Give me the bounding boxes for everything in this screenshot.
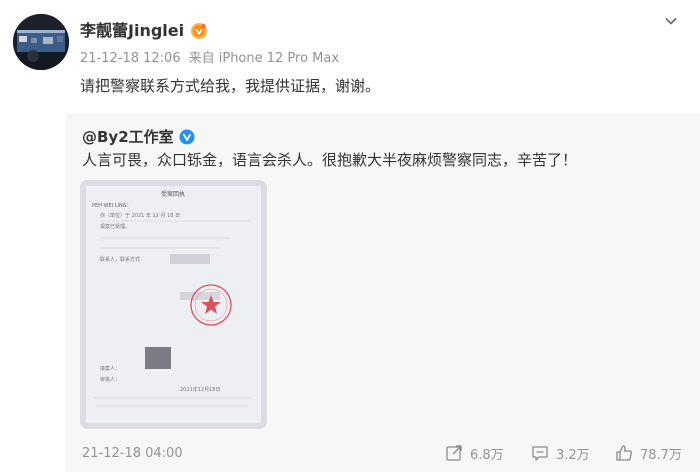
repost-timestamp[interactable]: 21-12-18 04:00 [82, 445, 183, 463]
like-button[interactable]: 78.7万 [615, 442, 682, 464]
post-time[interactable]: 21-12-18 12:06 [80, 51, 181, 66]
comment-count: 3.2万 [556, 447, 590, 463]
receipt-title: 受案回执 [161, 190, 185, 198]
receipt-line-4: 联系人，联系方式 [100, 256, 140, 263]
thumbs-up-icon [616, 445, 633, 461]
receipt-document-image: 受案回执 PEH WEI LING： 你（单位）于 2021 年 12 月 18… [80, 180, 267, 429]
post-text: 请把警察联系方式给我，我提供证据，谢谢。 [80, 77, 381, 95]
svg-text:接案人：: 接案人： [100, 365, 120, 372]
receipt-line-3: 报案已受理。 [100, 223, 130, 230]
weibo-post: 李靓蕾Jinglei 21-12-18 12:06 来自 iPhone 12 Pr… [0, 0, 700, 472]
comment-icon [532, 446, 548, 461]
receipt-date: 2021年12月18日 [180, 386, 220, 393]
verified-icon [179, 129, 195, 145]
username[interactable]: 李靓蕾Jinglei [80, 20, 208, 42]
comment-button[interactable]: 3.2万 [531, 442, 590, 464]
post-source: 来自 iPhone 12 Pro Max [188, 51, 340, 66]
repost-author-name: @By2工作室 [82, 128, 174, 146]
receipt-line-2: 你（单位）于 2021 年 12 月 18 日 [100, 212, 180, 219]
receipt-photo[interactable]: 受案回执 PEH WEI LING： 你（单位）于 2021 年 12 月 18… [80, 180, 267, 429]
svg-text:审批人：: 审批人： [100, 376, 120, 383]
share-icon [446, 445, 462, 461]
repost-card[interactable]: @By2工作室 人言可畏，众口铄金，语言会杀人。很抱歉大半夜麻烦警察同志，辛苦了… [66, 113, 700, 472]
redacted-signature [145, 347, 171, 369]
receipt-line-1: PEH WEI LING： [92, 203, 132, 209]
chevron-down-icon[interactable] [664, 14, 678, 28]
username-text: 李靓蕾Jinglei [80, 21, 185, 40]
repost-author[interactable]: @By2工作室 [82, 126, 195, 148]
vip-badge-icon [191, 23, 208, 39]
avatar[interactable] [13, 14, 69, 70]
post-meta: 21-12-18 12:06 来自 iPhone 12 Pro Max [80, 50, 339, 68]
share-count: 6.8万 [470, 447, 504, 463]
share-button[interactable]: 6.8万 [445, 442, 504, 464]
repost-text: 人言可畏，众口铄金，语言会杀人。很抱歉大半夜麻烦警察同志，辛苦了！ [82, 151, 578, 169]
like-count: 78.7万 [640, 447, 682, 463]
